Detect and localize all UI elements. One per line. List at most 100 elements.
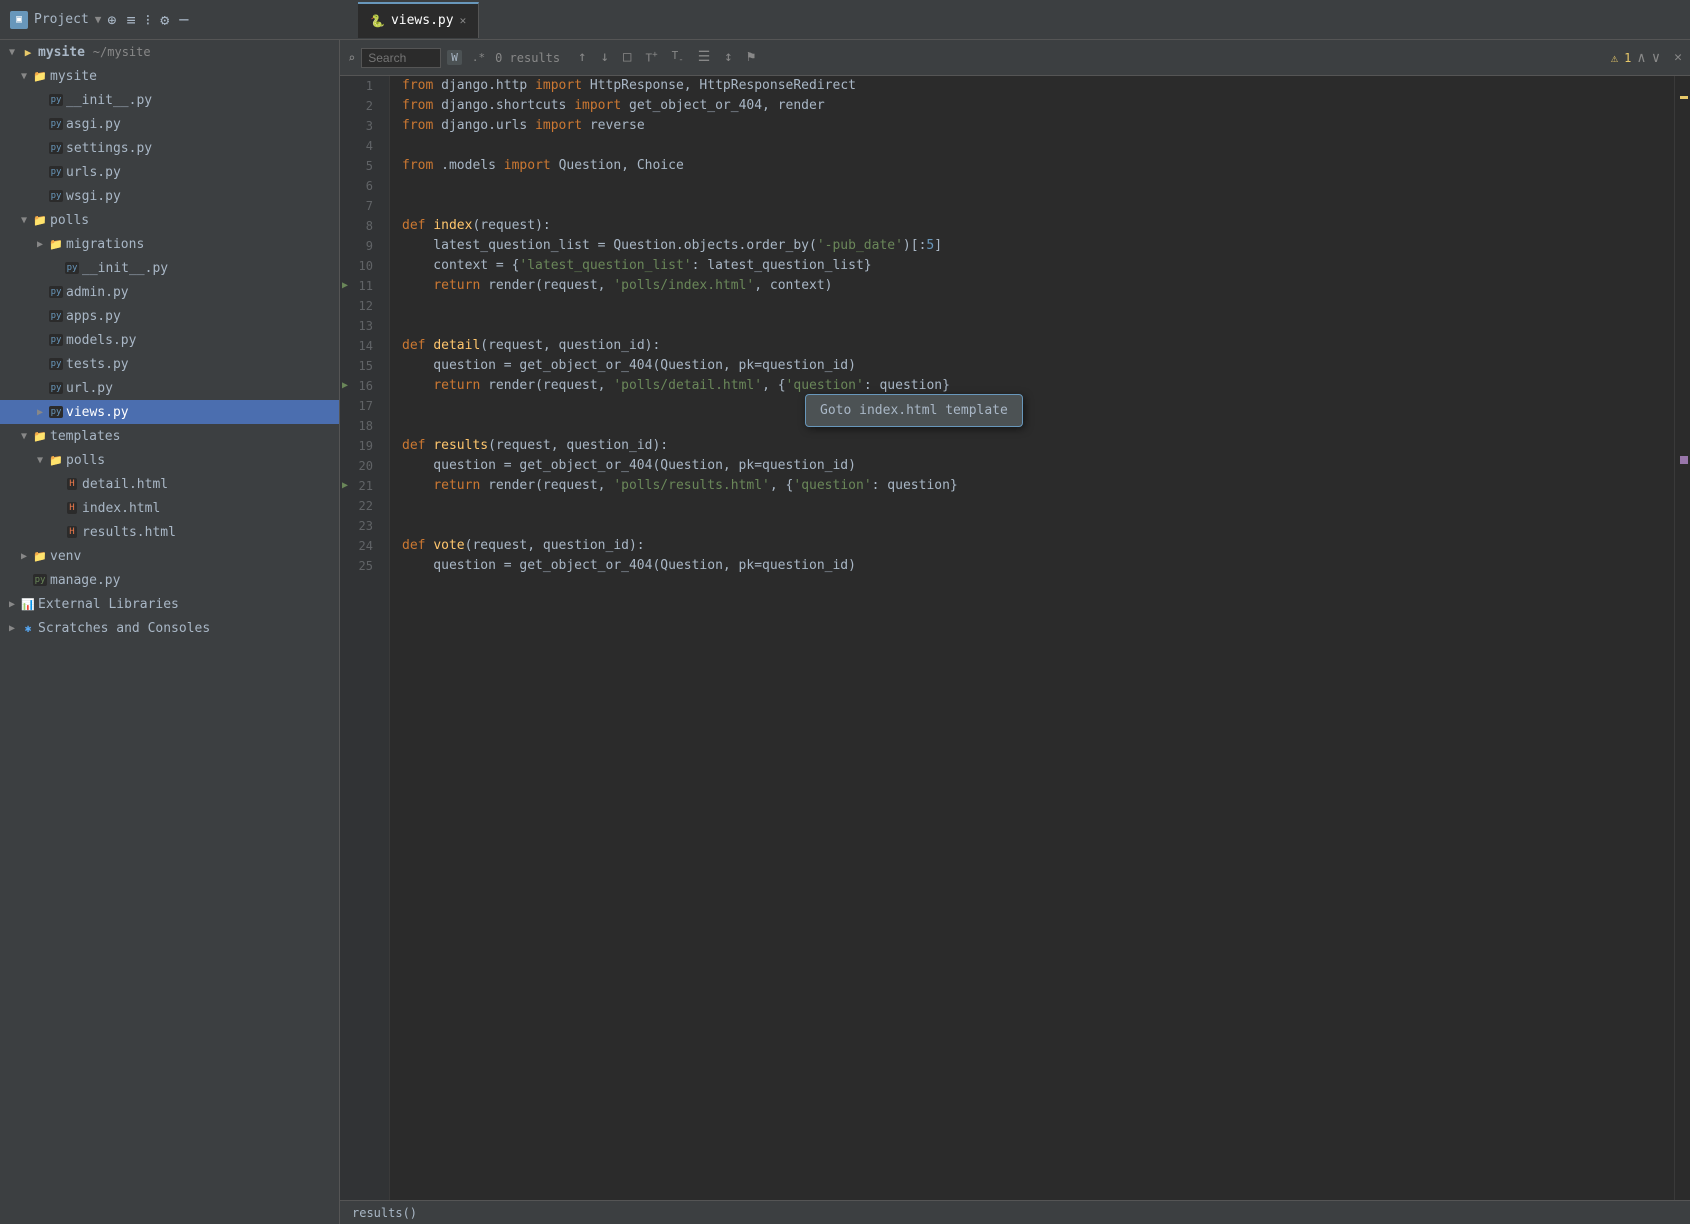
line-num-21: ▶21 (340, 476, 381, 496)
search-bar: ⌕ W .* 0 results ↑ ↓ □ T+ T- ☰ ↕ ⚑ ⚠ 1 ∧… (340, 40, 1690, 76)
tree-manage-py[interactable]: py manage.py (0, 568, 339, 592)
tree-label: templates (50, 429, 120, 444)
prev-result-btn[interactable]: ↑ (574, 47, 590, 67)
add-icon[interactable]: ⊕ (107, 11, 116, 29)
code-line-3: from django.urls import reverse (390, 116, 1674, 136)
cls: : latest_question_list} (692, 256, 872, 276)
minimize-icon[interactable]: ─ (179, 11, 188, 29)
close-search-btn[interactable]: ✕ (1674, 50, 1682, 65)
kw: from (402, 76, 441, 96)
search-modifier-regex[interactable]: .* (468, 50, 489, 65)
tree-models-py[interactable]: py models.py (0, 328, 339, 352)
folder-icon: 📁 (32, 548, 48, 564)
tab-close-button[interactable]: ✕ (460, 14, 467, 27)
str: 'polls/index.html' (613, 276, 754, 296)
collapse-all-icon[interactable]: ⁝ (145, 11, 150, 29)
py-file-icon: py (48, 164, 64, 180)
expand-arrow: ▼ (4, 47, 20, 58)
line-num-22: 22 (340, 496, 381, 516)
expand-btn[interactable]: □ (619, 47, 635, 67)
search-input[interactable] (361, 48, 441, 68)
html-file-icon: H (64, 476, 80, 492)
goto-template-tooltip[interactable]: Goto index.html template (805, 394, 1023, 427)
tab-file-icon: 🐍 (370, 14, 385, 28)
folder-icon: 📁 (48, 452, 64, 468)
warning-icon: ⚠ (1611, 51, 1618, 65)
tree-label: results.html (82, 525, 176, 540)
tree-polls-folder[interactable]: ▼ 📁 polls (0, 208, 339, 232)
project-label[interactable]: Project (34, 12, 89, 27)
code-line-10: context = {'latest_question_list': lates… (390, 256, 1674, 276)
warning-indicator (1680, 96, 1688, 99)
tree-apps-py[interactable]: py apps.py (0, 304, 339, 328)
fn: detail (433, 336, 480, 356)
code-line-2: from django.shortcuts import get_object_… (390, 96, 1674, 116)
tab-views-py[interactable]: 🐍 views.py ✕ (358, 2, 479, 38)
folder-icon: 📁 (32, 68, 48, 84)
tree-asgi-py[interactable]: py asgi.py (0, 112, 339, 136)
cls: get_object_or_404, render (629, 96, 825, 116)
settings-icon[interactable]: ⚙ (160, 11, 169, 29)
cls: question = get_object_or_404(Question, p… (402, 356, 856, 376)
kw: from (402, 156, 441, 176)
warning-next-btn[interactable]: ∨ (1652, 50, 1660, 66)
tree-polls-init-py[interactable]: py __init__.py (0, 256, 339, 280)
tree-label: External Libraries (38, 597, 179, 612)
expand-arrow: ▶ (16, 551, 32, 562)
filter-btn[interactable]: ☰ (694, 47, 715, 67)
tree-venv-folder[interactable]: ▶ 📁 venv (0, 544, 339, 568)
py-file-icon: py (48, 308, 64, 324)
py-file-icon: py (48, 92, 64, 108)
warning-prev-btn[interactable]: ∧ (1637, 50, 1645, 66)
line-num-9: 9 (340, 236, 381, 256)
cls: .models (441, 156, 504, 176)
py-file-icon: py (64, 260, 80, 276)
scratch-icon: ✱ (20, 620, 36, 636)
line-num-1: 1 (340, 76, 381, 96)
tree-admin-py[interactable]: py admin.py (0, 280, 339, 304)
tree-wsgi-py[interactable]: py wsgi.py (0, 184, 339, 208)
tree-urls-py[interactable]: py urls.py (0, 160, 339, 184)
html-file-icon: H (64, 524, 80, 540)
tree-detail-html[interactable]: H detail.html (0, 472, 339, 496)
next-result-btn[interactable]: ↓ (597, 47, 613, 67)
code-content[interactable]: from django.http import HttpResponse, Ht… (390, 76, 1674, 1200)
search-modifier-w[interactable]: W (447, 50, 462, 65)
tree-results-html[interactable]: H results.html (0, 520, 339, 544)
scroll-to-center-icon[interactable]: ≡ (126, 11, 135, 29)
tree-label: __init__.py (66, 93, 152, 108)
code-line-5: from .models import Question, Choice (390, 156, 1674, 176)
line-num-17: 17 (340, 396, 381, 416)
tree-init-py[interactable]: py __init__.py (0, 88, 339, 112)
sort-btn[interactable]: ↕ (720, 47, 736, 67)
expand-arrow: ▼ (32, 455, 48, 466)
project-dropdown-arrow[interactable]: ▼ (95, 13, 102, 26)
tree-root-mysite[interactable]: ▼ ▶ mysite ~/mysite (0, 40, 339, 64)
code-line-18 (390, 416, 1674, 436)
line-num-12: 12 (340, 296, 381, 316)
line-num-20: 20 (340, 456, 381, 476)
match-words-btn[interactable]: T- (668, 47, 688, 67)
match-case-btn[interactable]: T+ (641, 47, 661, 67)
tree-settings-py[interactable]: py settings.py (0, 136, 339, 160)
tree-mysite-inner[interactable]: ▼ 📁 mysite (0, 64, 339, 88)
folder-icon: ▶ (20, 44, 36, 60)
tree-templates-polls[interactable]: ▼ 📁 polls (0, 448, 339, 472)
code-line-6 (390, 176, 1674, 196)
tree-templates-folder[interactable]: ▼ 📁 templates (0, 424, 339, 448)
editor-area: ⌕ W .* 0 results ↑ ↓ □ T+ T- ☰ ↕ ⚑ ⚠ 1 ∧… (340, 40, 1690, 1224)
tree-url-py[interactable]: py url.py (0, 376, 339, 400)
highlight-btn[interactable]: ⚑ (743, 47, 759, 67)
tab-label: views.py (391, 13, 454, 28)
cls (402, 276, 433, 296)
tree-migrations-folder[interactable]: ▶ 📁 migrations (0, 232, 339, 256)
str: 'polls/detail.html' (613, 376, 762, 396)
tree-scratches-consoles[interactable]: ▶ ✱ Scratches and Consoles (0, 616, 339, 640)
tree-tests-py[interactable]: py tests.py (0, 352, 339, 376)
tree-views-py[interactable]: ▶ py views.py (0, 400, 339, 424)
line-num-18: 18 (340, 416, 381, 436)
tree-external-libraries[interactable]: ▶ 📊 External Libraries (0, 592, 339, 616)
cls: latest_question_list = Question.objects.… (402, 236, 817, 256)
str: '-pub_date' (817, 236, 903, 256)
tree-index-html[interactable]: H index.html (0, 496, 339, 520)
